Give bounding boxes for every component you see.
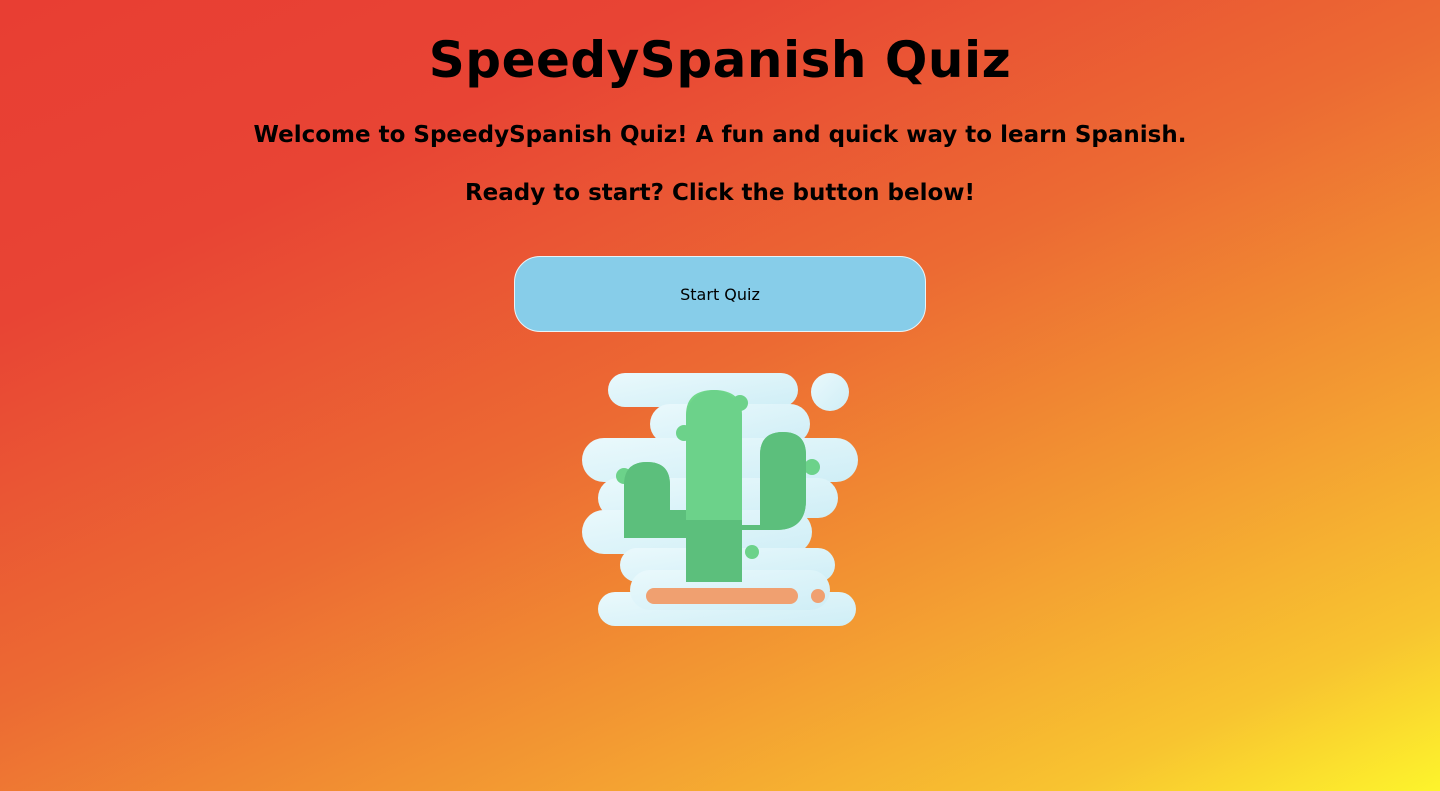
ready-prompt: Ready to start? Click the button below! [464,180,976,206]
start-quiz-button[interactable]: Start Quiz [514,256,926,332]
ground-dot [811,589,825,603]
page-title: SpeedySpanish Quiz [428,31,1012,89]
welcome-text: Welcome to SpeedySpanish Quiz! A fun and… [253,122,1187,148]
cactus-illustration [580,370,860,630]
quiz-landing-page: SpeedySpanish Quiz Welcome to SpeedySpan… [0,0,1440,791]
cactus-icon [582,373,858,626]
ground-bar [646,588,798,604]
